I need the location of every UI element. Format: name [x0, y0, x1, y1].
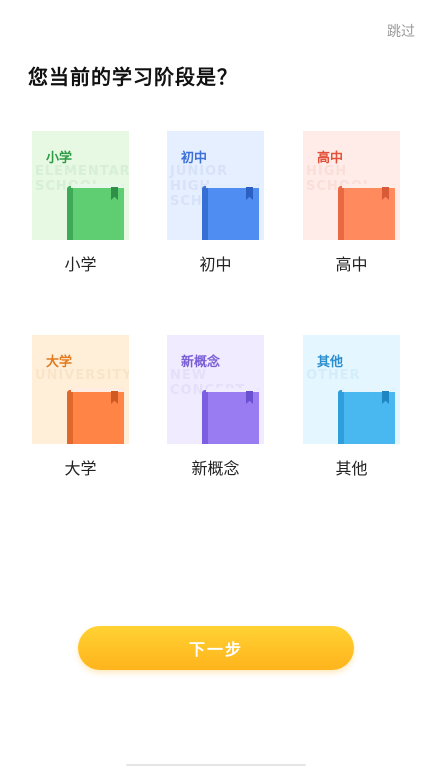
option-label: 新概念 — [191, 459, 240, 478]
option-high-school[interactable]: 高中 HIGH SCHOOL 高中 — [303, 131, 400, 274]
option-label: 初中 — [199, 255, 232, 274]
option-junior-high[interactable]: 初中 JUNIOR HIGH SCHOOL 初中 — [167, 131, 264, 274]
option-card: 高中 HIGH SCHOOL — [303, 131, 400, 240]
option-label: 大学 — [64, 459, 97, 478]
next-step-button[interactable]: 下一步 — [78, 626, 354, 670]
book-icon — [67, 184, 124, 240]
option-label: 小学 — [64, 255, 97, 274]
option-card: 小学 ELEMENTARY SCHOOL — [32, 131, 129, 240]
option-label: 高中 — [335, 255, 368, 274]
book-icon — [202, 184, 259, 240]
option-card: 大学 UNIVERSITY — [32, 335, 129, 444]
option-card: 初中 JUNIOR HIGH SCHOOL — [167, 131, 264, 240]
book-icon — [338, 388, 395, 444]
home-indicator — [126, 764, 306, 766]
option-card: 新概念 NEW CONCEPT — [167, 335, 264, 444]
book-icon — [202, 388, 259, 444]
option-new-concept[interactable]: 新概念 NEW CONCEPT 新概念 — [167, 335, 264, 478]
card-watermark: UNIVERSITY — [35, 368, 129, 383]
skip-button[interactable]: 跳过 — [387, 21, 415, 41]
book-icon — [338, 184, 395, 240]
page-title: 您当前的学习阶段是？ — [28, 65, 238, 89]
option-other[interactable]: 其他 OTHER 其他 — [303, 335, 400, 478]
option-card: 其他 OTHER — [303, 335, 400, 444]
option-label: 其他 — [335, 459, 368, 478]
card-watermark: OTHER — [306, 368, 361, 383]
book-icon — [67, 388, 124, 444]
stage-options-grid: 小学 ELEMENTARY SCHOOL 小学 初中 JUNIOR HIGH S… — [32, 131, 400, 478]
option-primary-school[interactable]: 小学 ELEMENTARY SCHOOL 小学 — [32, 131, 129, 274]
option-university[interactable]: 大学 UNIVERSITY 大学 — [32, 335, 129, 478]
